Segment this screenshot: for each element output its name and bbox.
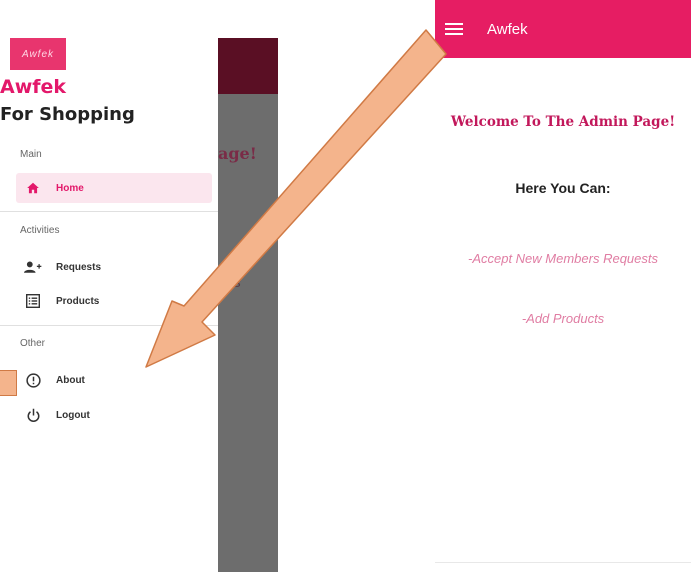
drawer-item-label: Products: [56, 295, 100, 307]
drawer-item-label: Requests: [56, 261, 102, 273]
list-icon: [24, 292, 42, 310]
scrim-title-fragment: age!: [218, 144, 257, 163]
subtitle: Here You Can:: [515, 180, 611, 196]
navigation-drawer: Awfek Awfek For Shopping Main Home Activ…: [0, 38, 218, 572]
feature-item: -Accept New Members Requests: [467, 251, 658, 266]
section-label-main: Main: [20, 149, 42, 160]
drawer-tagline: For Shopping: [0, 104, 135, 125]
drawer-scrim[interactable]: age! ts: [218, 38, 278, 572]
brand-logo: Awfek: [10, 38, 66, 70]
menu-icon[interactable]: [445, 23, 463, 35]
scrim-text-fragment: ts: [230, 274, 241, 290]
drawer-brand: Awfek: [0, 76, 67, 98]
drawer-item-requests[interactable]: Requests: [16, 252, 212, 282]
highlight-box: [0, 370, 17, 396]
bottom-divider: [435, 562, 691, 563]
drawer-item-about[interactable]: About: [16, 365, 212, 395]
drawer-divider: [0, 325, 218, 326]
power-icon: [24, 406, 42, 424]
scrim-appbar: [218, 38, 278, 94]
drawer-divider: [0, 211, 218, 212]
section-label-activities: Activities: [20, 225, 60, 236]
drawer-item-label: Logout: [56, 409, 90, 421]
add-person-icon: [24, 258, 42, 276]
feature-item: -Add Products: [521, 311, 605, 326]
drawer-item-products[interactable]: Products: [16, 286, 212, 316]
info-icon: [24, 371, 42, 389]
welcome-heading: Welcome To The Admin Page!: [450, 114, 676, 130]
section-label-other: Other: [20, 338, 46, 349]
drawer-item-logout[interactable]: Logout: [16, 400, 212, 430]
home-icon: [24, 179, 42, 197]
drawer-item-label: About: [56, 374, 85, 386]
app-title: Awfek: [487, 20, 528, 38]
left-phone-screen: age! ts Awfek Awfek For Shopping Main Ho…: [0, 38, 278, 572]
drawer-item-label: Home: [56, 182, 84, 194]
drawer-item-home[interactable]: Home: [16, 173, 212, 203]
right-phone-screen: Awfek Welcome To The Admin Page! Here Yo…: [435, 0, 691, 572]
app-bar: Awfek: [435, 0, 691, 58]
logo-text: Awfek: [21, 48, 55, 60]
